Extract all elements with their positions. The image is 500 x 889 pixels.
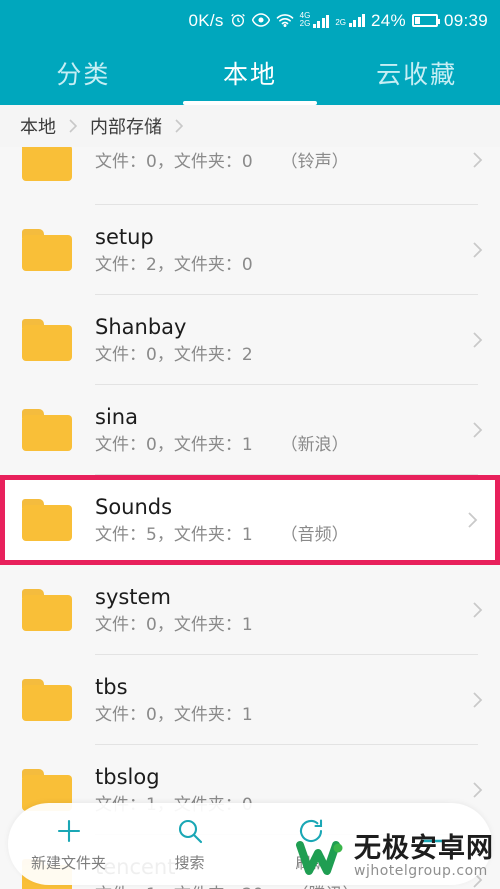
- tab-cloud-favorites[interactable]: 云收藏: [333, 40, 500, 105]
- folder-alias: （新浪）: [280, 435, 349, 455]
- alarm-clock-icon: [230, 12, 246, 28]
- folder-icon: [22, 409, 72, 451]
- folder-counts: 文件：2，文件夹：0: [95, 255, 253, 275]
- list-item-sounds-highlighted[interactable]: Sounds 文件：5，文件夹：1 （音频）: [0, 475, 500, 565]
- sim2-signal-icon: 2G: [335, 13, 366, 27]
- list-item[interactable]: tbs 文件：0，文件夹：1: [0, 655, 500, 745]
- folder-counts: 文件：0，文件夹：1: [95, 435, 253, 455]
- new-folder-button[interactable]: 新建文件夹: [8, 816, 129, 873]
- folder-icon: [22, 229, 72, 271]
- folder-name: system: [95, 584, 171, 609]
- breadcrumb-item-local[interactable]: 本地: [20, 113, 56, 139]
- refresh-button[interactable]: 刷新: [250, 816, 371, 873]
- chevron-right-icon: [454, 599, 500, 621]
- tab-categories[interactable]: 分类: [0, 40, 167, 105]
- breadcrumb: 本地 内部存储: [0, 105, 500, 147]
- status-bar: 0K/s 4G 2G 2G 24% 09:39: [0, 0, 500, 40]
- file-list: 文件：0，文件夹：0 （铃声） setup 文件：2，文件夹：0 Shanbay…: [0, 147, 500, 889]
- list-item[interactable]: system 文件：0，文件夹：1: [0, 565, 500, 655]
- folder-counts: 文件：0，文件夹：0: [95, 151, 253, 172]
- list-item[interactable]: sina 文件：0，文件夹：1 （新浪）: [0, 385, 500, 475]
- tab-local[interactable]: 本地: [167, 40, 334, 105]
- list-item[interactable]: setup 文件：2，文件夹：0: [0, 205, 500, 295]
- search-label: 搜索: [174, 853, 205, 872]
- chevron-right-icon: [454, 689, 500, 711]
- folder-name: Shanbay: [95, 314, 187, 339]
- folder-alias: （铃声）: [280, 151, 349, 172]
- more-icon: [417, 826, 447, 856]
- chevron-right-icon: [449, 509, 495, 531]
- chevron-right-icon: [454, 329, 500, 351]
- folder-name: setup: [95, 224, 154, 249]
- new-folder-label: 新建文件夹: [30, 853, 106, 872]
- chevron-right-icon: [454, 239, 500, 261]
- chevron-right-icon: [172, 117, 186, 135]
- plus-icon: [54, 816, 84, 846]
- folder-name: Sounds: [95, 494, 173, 519]
- folder-icon: [22, 147, 72, 181]
- breadcrumb-item-internal-storage[interactable]: 内部存储: [90, 113, 162, 139]
- battery-icon: [411, 13, 440, 27]
- folder-name: sina: [95, 404, 138, 429]
- refresh-icon: [296, 816, 326, 846]
- list-item[interactable]: 文件：0，文件夹：0 （铃声）: [0, 147, 500, 205]
- file-manager-screen: 0K/s 4G 2G 2G 24% 09:39 分类 本地 云收藏 本地 内部存…: [0, 0, 500, 889]
- folder-icon: [22, 499, 72, 541]
- folder-icon: [22, 589, 72, 631]
- eye-icon: [251, 13, 270, 27]
- list-item[interactable]: Shanbay 文件：0，文件夹：2: [0, 295, 500, 385]
- search-button[interactable]: 搜索: [129, 816, 250, 873]
- folder-counts: 文件：1，文件夹：20: [95, 885, 263, 889]
- folder-counts: 文件：5，文件夹：1: [95, 525, 253, 545]
- chevron-right-icon: [454, 419, 500, 441]
- chevron-right-icon: [454, 779, 500, 801]
- bottom-toolbar: 新建文件夹 搜索 刷新: [8, 803, 492, 885]
- more-options-button[interactable]: [371, 826, 492, 862]
- chevron-right-icon: [454, 149, 500, 171]
- refresh-label: 刷新: [295, 853, 326, 872]
- folder-alias: （音频）: [280, 525, 349, 545]
- folder-counts: 文件：0，文件夹：2: [95, 345, 253, 365]
- network-speed-text: 0K/s: [188, 10, 224, 30]
- folder-counts: 文件：0，文件夹：1: [95, 615, 253, 635]
- sim1-signal-icon: 4G 2G: [300, 12, 330, 28]
- sim1-label-bottom: 2G: [299, 19, 311, 28]
- wifi-icon: [276, 13, 294, 27]
- folder-icon: [22, 679, 72, 721]
- folder-icon: [22, 319, 72, 361]
- folder-name: tbslog: [95, 764, 160, 789]
- sim2-label: 2G: [335, 18, 347, 27]
- top-tab-bar: 分类 本地 云收藏: [0, 40, 500, 105]
- clock-text: 09:39: [443, 10, 488, 30]
- file-list-scroll-area[interactable]: 文件：0，文件夹：0 （铃声） setup 文件：2，文件夹：0 Shanbay…: [0, 147, 500, 889]
- search-icon: [175, 816, 205, 846]
- folder-counts: 文件：0，文件夹：1: [95, 705, 253, 725]
- folder-name: tbs: [95, 674, 128, 699]
- chevron-right-icon: [66, 117, 80, 135]
- folder-alias: （腾讯）: [291, 885, 359, 889]
- battery-percent-text: 24%: [371, 10, 406, 30]
